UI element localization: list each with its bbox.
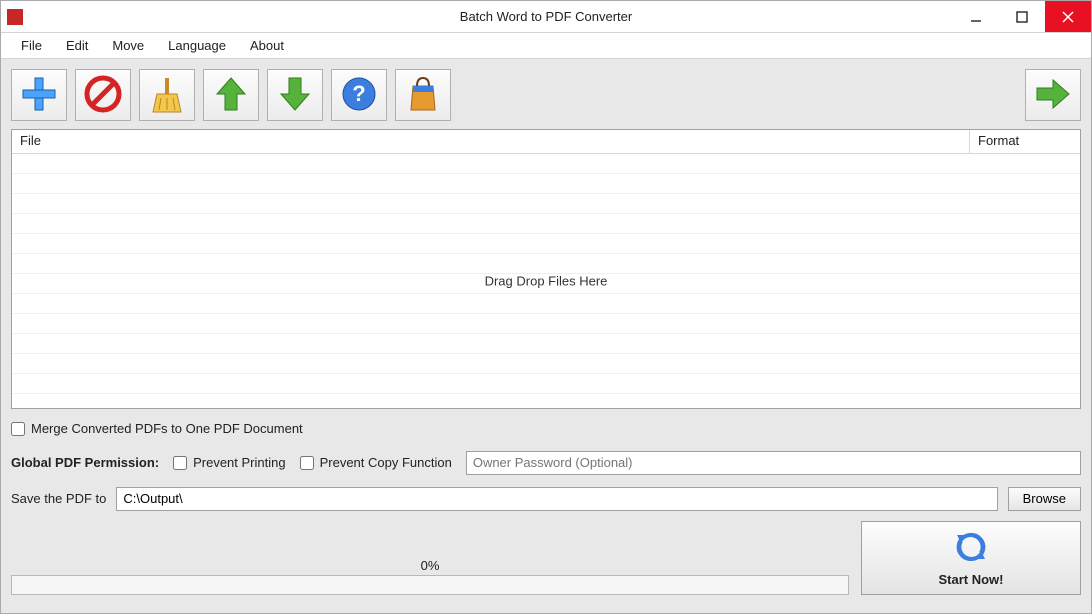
clear-button[interactable] bbox=[139, 69, 195, 121]
no-entry-icon bbox=[83, 74, 123, 117]
merge-checkbox[interactable]: Merge Converted PDFs to One PDF Document bbox=[11, 421, 303, 436]
titlebar: Batch Word to PDF Converter bbox=[1, 1, 1091, 33]
start-button[interactable]: Start Now! bbox=[861, 521, 1081, 595]
permission-label: Global PDF Permission: bbox=[11, 455, 159, 470]
prevent-copy-input[interactable] bbox=[300, 456, 314, 470]
help-button[interactable]: ? bbox=[331, 69, 387, 121]
prevent-printing-checkbox[interactable]: Prevent Printing bbox=[173, 455, 286, 470]
move-down-button[interactable] bbox=[267, 69, 323, 121]
close-button[interactable] bbox=[1045, 1, 1091, 32]
help-icon: ? bbox=[339, 74, 379, 117]
menu-move[interactable]: Move bbox=[102, 35, 154, 56]
svg-text:?: ? bbox=[352, 81, 365, 106]
menu-about[interactable]: About bbox=[240, 35, 294, 56]
owner-password-input[interactable] bbox=[466, 451, 1081, 475]
drop-hint: Drag Drop Files Here bbox=[12, 274, 1080, 289]
add-button[interactable] bbox=[11, 69, 67, 121]
go-button[interactable] bbox=[1025, 69, 1081, 121]
file-list-body[interactable]: Drag Drop Files Here bbox=[12, 154, 1080, 408]
arrow-up-icon bbox=[211, 74, 251, 117]
menu-language[interactable]: Language bbox=[158, 35, 236, 56]
file-list[interactable]: File Format Drag Drop Files Here bbox=[11, 129, 1081, 409]
start-button-label: Start Now! bbox=[939, 572, 1004, 587]
menu-edit[interactable]: Edit bbox=[56, 35, 98, 56]
arrow-down-icon bbox=[275, 74, 315, 117]
remove-button[interactable] bbox=[75, 69, 131, 121]
prevent-copy-label: Prevent Copy Function bbox=[320, 455, 452, 470]
prevent-printing-label: Prevent Printing bbox=[193, 455, 286, 470]
save-path-label: Save the PDF to bbox=[11, 491, 106, 506]
refresh-icon bbox=[953, 529, 989, 568]
window-title: Batch Word to PDF Converter bbox=[1, 9, 1091, 24]
progress-text: 0% bbox=[11, 558, 849, 573]
arrow-right-icon bbox=[1033, 74, 1073, 117]
maximize-button[interactable] bbox=[999, 1, 1045, 32]
progress-bar bbox=[11, 575, 849, 595]
merge-checkbox-input[interactable] bbox=[11, 422, 25, 436]
browse-button[interactable]: Browse bbox=[1008, 487, 1081, 511]
file-list-header: File Format bbox=[12, 130, 1080, 154]
plus-icon bbox=[19, 74, 59, 117]
app-icon bbox=[7, 9, 23, 25]
broom-icon bbox=[147, 74, 187, 117]
column-format[interactable]: Format bbox=[970, 130, 1080, 153]
minimize-button[interactable] bbox=[953, 1, 999, 32]
save-path-input[interactable] bbox=[116, 487, 997, 511]
column-file[interactable]: File bbox=[12, 130, 970, 153]
menu-file[interactable]: File bbox=[11, 35, 52, 56]
toolbar: ? bbox=[1, 59, 1091, 129]
shopping-bag-icon bbox=[403, 74, 443, 117]
merge-checkbox-label: Merge Converted PDFs to One PDF Document bbox=[31, 421, 303, 436]
prevent-printing-input[interactable] bbox=[173, 456, 187, 470]
shop-button[interactable] bbox=[395, 69, 451, 121]
menubar: File Edit Move Language About bbox=[1, 33, 1091, 59]
move-up-button[interactable] bbox=[203, 69, 259, 121]
prevent-copy-checkbox[interactable]: Prevent Copy Function bbox=[300, 455, 452, 470]
